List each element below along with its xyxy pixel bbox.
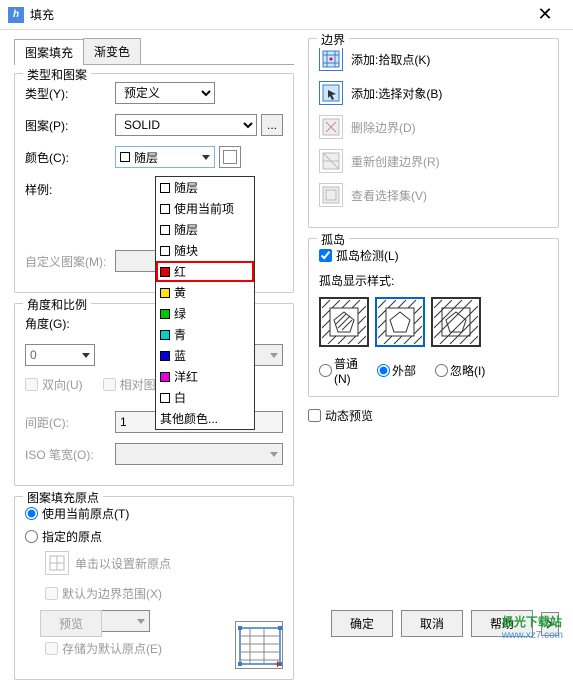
app-icon: h [8,7,24,23]
use-current-origin-radio[interactable]: 使用当前原点(T) [25,505,283,522]
view-selection-label: 查看选择集(V) [351,187,427,204]
default-boundary-checkbox: 默认为边界范围(X) [45,585,283,602]
select-object-icon [322,84,340,102]
spacing-label: 间距(C): [25,414,115,431]
color-option-blue[interactable]: 蓝 [156,345,254,366]
color-label: 颜色(C): [25,149,115,166]
ok-button[interactable]: 确定 [331,610,393,637]
angle-select[interactable]: 0 [25,344,95,366]
specified-origin-radio[interactable]: 指定的原点 [25,528,283,545]
chevron-down-icon [202,155,210,160]
color-option-bylayer[interactable]: 随层 [156,177,254,198]
color-select[interactable]: 随层 [115,146,215,168]
color-dropdown[interactable]: 随层 使用当前项 随层 随块 红 黄 绿 青 蓝 洋红 白 其他颜色... [155,176,255,430]
type-label: 类型(Y): [25,85,115,102]
tab-gradient[interactable]: 渐变色 [83,38,141,64]
recreate-boundary-button [319,149,343,173]
iso-pen-label: ISO 笔宽(O): [25,446,115,463]
island-display-label: 孤岛显示样式: [319,272,548,289]
window-title: 填充 [30,6,525,23]
set-origin-button [45,551,69,575]
dynamic-preview-checkbox[interactable]: 动态预览 [308,407,559,424]
view-selection-button [319,183,343,207]
cancel-button[interactable]: 取消 [401,610,463,637]
crosshair-icon [48,554,66,572]
svg-text:+: + [274,657,281,670]
color-swatch-button[interactable] [219,146,241,168]
delete-boundary-label: 删除边界(D) [351,119,416,136]
view-selection-icon [322,186,340,204]
group-boundary: 边界 [317,31,349,48]
color-option-bylayer2[interactable]: 随层 [156,219,254,240]
color-option-cyan[interactable]: 青 [156,324,254,345]
island-style-normal[interactable] [319,297,369,347]
group-origin: 图案填充原点 [23,489,103,506]
color-option-magenta[interactable]: 洋红 [156,366,254,387]
group-type-pattern: 类型和图案 [23,66,91,83]
island-style-outer[interactable] [375,297,425,347]
color-option-green[interactable]: 绿 [156,303,254,324]
island-style-ignore[interactable] [431,297,481,347]
add-pick-point-label: 添加:拾取点(K) [351,51,430,68]
tab-pattern-fill[interactable]: 图案填充 [14,39,84,65]
color-option-current[interactable]: 使用当前项 [156,198,254,219]
recreate-icon [322,152,340,170]
custom-pattern-label: 自定义图案(M): [25,253,115,270]
type-select[interactable]: 预定义 [115,82,215,104]
sample-label: 样例: [25,181,115,198]
island-normal-radio[interactable]: 普通(N) [319,355,371,386]
island-detect-checkbox[interactable]: 孤岛检测(L) [319,247,548,264]
add-select-object-button[interactable] [319,81,343,105]
pick-point-icon [322,50,340,68]
add-select-object-label: 添加:选择对象(B) [351,85,442,102]
recreate-boundary-label: 重新创建边界(R) [351,153,440,170]
group-island: 孤岛 [317,231,349,248]
iso-pen-select [115,443,283,465]
watermark: 极光下载站 www.xz7.com [502,613,563,641]
group-angle-scale: 角度和比例 [23,296,91,313]
island-outer-radio[interactable]: 外部 [377,355,429,386]
pattern-browse-button[interactable]: ... [261,114,283,136]
preview-button: 预览 [40,610,102,637]
close-button[interactable]: ✕ [525,0,565,30]
pattern-label: 图案(P): [25,117,115,134]
bidirectional-checkbox: 双向(U) [25,376,83,393]
delete-boundary-button [319,115,343,139]
pattern-select[interactable]: SOLID [115,114,257,136]
color-option-other[interactable]: 其他颜色... [156,408,254,429]
add-pick-point-button[interactable] [319,47,343,71]
color-option-yellow[interactable]: 黄 [156,282,254,303]
island-ignore-radio[interactable]: 忽略(I) [435,355,487,386]
color-option-white[interactable]: 白 [156,387,254,408]
color-option-red[interactable]: 红 [156,261,254,282]
click-set-origin-label: 单击以设置新原点 [75,555,171,572]
delete-icon [322,118,340,136]
color-option-byblock[interactable]: 随块 [156,240,254,261]
